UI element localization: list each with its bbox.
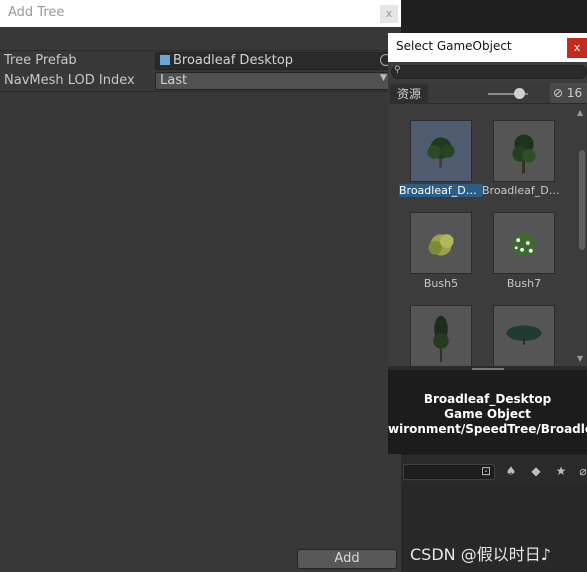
- watermark: CSDN @假以时日♪: [410, 545, 551, 564]
- close-button[interactable]: x: [380, 5, 398, 23]
- selected-type: Game Object: [444, 407, 531, 421]
- asset-label[interactable]: Broadleaf_Desktop_Forward: [482, 184, 566, 197]
- asset-thumbnail[interactable]: [410, 120, 472, 182]
- search-input[interactable]: [391, 65, 587, 79]
- scroll-down-icon[interactable]: ▼: [577, 354, 583, 363]
- tree-prefab-value: Broadleaf Desktop: [173, 53, 294, 68]
- hidden-count: 16: [566, 86, 583, 100]
- select-gameobject-title: Select GameObject: [396, 39, 512, 53]
- search-icon: ⚲: [394, 65, 401, 75]
- asset-label[interactable]: Broadleaf_Desktop: [399, 184, 483, 197]
- selected-path: wironment/SpeedTree/Broadle: [388, 422, 587, 436]
- eye-hidden-icon: ⊘: [553, 86, 564, 100]
- cube-icon: [160, 55, 170, 65]
- add-tree-title: Add Tree: [8, 5, 65, 20]
- chevron-down-icon: ▼: [380, 73, 387, 83]
- tab-assets[interactable]: 资源: [390, 84, 428, 104]
- hidden-icon[interactable]: ⌀: [575, 462, 587, 480]
- label-icon[interactable]: ◆: [528, 462, 544, 480]
- divider: [0, 91, 401, 92]
- navmesh-lod-value: Last: [160, 73, 188, 88]
- zoom-slider-handle[interactable]: [514, 88, 525, 99]
- asset-grid: Broadleaf_Desktop Broadleaf_Desktop_Forw…: [388, 104, 576, 366]
- tree-prefab-label: Tree Prefab: [4, 53, 77, 68]
- asset-label[interactable]: Bush5: [399, 277, 483, 290]
- scrollbar-thumb[interactable]: [579, 150, 585, 250]
- asset-thumbnail[interactable]: [410, 212, 472, 274]
- asset-label[interactable]: Bush7: [482, 277, 566, 290]
- tree-prefab-field[interactable]: Broadleaf Desktop: [155, 52, 401, 70]
- type-filter-icon[interactable]: ♠: [503, 462, 519, 480]
- add-button[interactable]: Add: [297, 549, 397, 569]
- navmesh-lod-dropdown[interactable]: Last: [155, 72, 401, 90]
- star-icon[interactable]: ★: [553, 462, 569, 480]
- asset-thumbnail[interactable]: [493, 305, 555, 366]
- divider: [0, 50, 401, 51]
- asset-thumbnail[interactable]: [493, 212, 555, 274]
- asset-thumbnail[interactable]: [493, 120, 555, 182]
- asset-thumbnail[interactable]: [410, 305, 472, 366]
- close-button[interactable]: x: [567, 38, 587, 58]
- search-filter-icon[interactable]: ⊡: [478, 462, 494, 480]
- hidden-count-badge[interactable]: ⊘ 16: [550, 83, 587, 103]
- navmesh-lod-label: NavMesh LOD Index: [4, 73, 135, 88]
- scroll-up-icon[interactable]: ▲: [577, 108, 583, 117]
- selected-name: Broadleaf_Desktop: [423, 392, 552, 406]
